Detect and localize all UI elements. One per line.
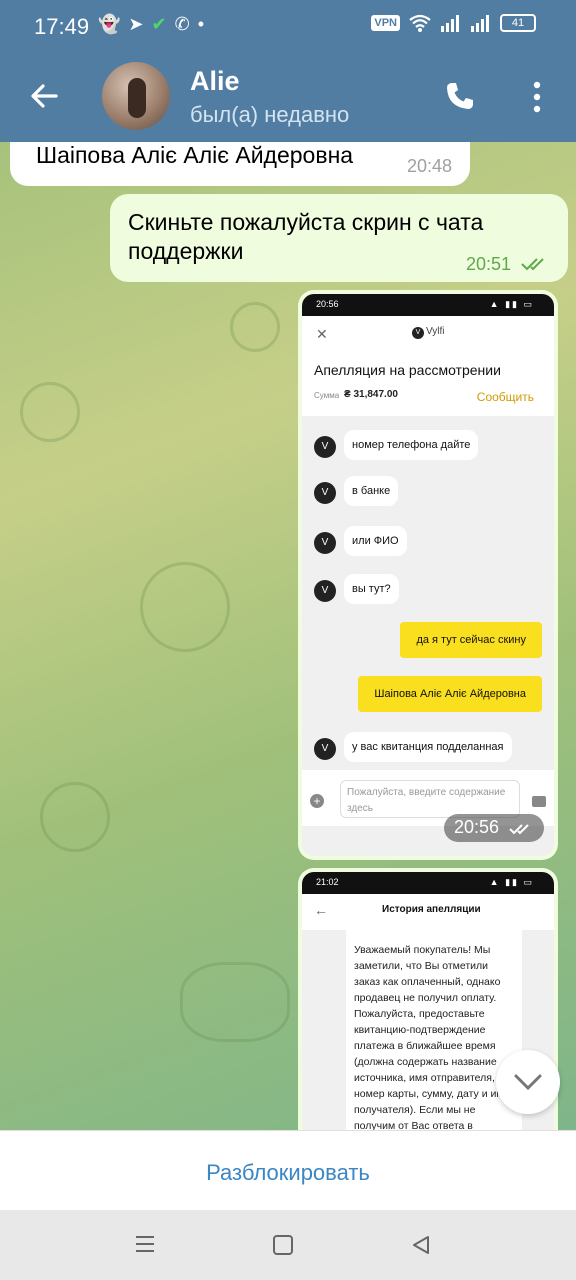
screenshot-header: ✕ V Vylfi Апелляция на рассмотрении Сумма… — [302, 316, 554, 416]
more-vertical-icon[interactable] — [530, 80, 544, 114]
background-doodle — [20, 382, 80, 442]
notification-icons: 👻 ➤ ✔ ✆ • — [98, 14, 204, 35]
support-avatar: V — [314, 436, 336, 458]
background-doodle — [40, 782, 110, 852]
check-circle-icon: ✔ — [151, 14, 167, 34]
appeal-message-text: Уважаемый покупатель! Мы заметили, что В… — [346, 930, 522, 1130]
report-link: Сообщить — [476, 390, 534, 404]
unblock-bar: Разблокировать — [0, 1130, 576, 1210]
nav-back-icon[interactable] — [410, 1234, 432, 1256]
sum-value: ₴ 31,847.00 — [344, 389, 398, 400]
avatar[interactable] — [102, 62, 170, 130]
status-time: 17:49 — [34, 14, 90, 39]
support-avatar: V — [314, 532, 336, 554]
read-checks-icon — [521, 258, 544, 271]
user-message: Шаіпова Аліє Аліє Айдеровна — [358, 676, 542, 712]
screenshot-time: 20:56 — [316, 299, 339, 309]
image-message[interactable]: 20:56 ▲ ▮▮ ▭ ✕ V Vylfi Апелляция на рассм… — [298, 290, 558, 860]
support-message-text: номер телефона дайте — [344, 430, 479, 460]
outgoing-message[interactable]: Скиньте пожалуйста скрин с чата поддержк… — [110, 194, 568, 282]
message-time: 20:51 — [466, 254, 512, 274]
brand-name: Vylfi — [426, 326, 445, 337]
dot-icon: • — [197, 14, 205, 34]
viber-icon: ✆ — [174, 14, 190, 34]
chat-header: Alie был(а) недавно — [0, 50, 576, 142]
screenshot-input-placeholder: Пожалуйста, введите содержание здесь — [340, 780, 520, 818]
home-icon[interactable] — [273, 1235, 293, 1255]
incoming-message[interactable]: Шаіпова Аліє Аліє Айдеровна 20:48 — [10, 142, 470, 186]
system-icons: VPN 41 — [371, 14, 536, 32]
snapchat-icon: 👻 — [98, 14, 121, 34]
telegram-icon: ➤ — [128, 14, 144, 34]
close-icon: ✕ — [316, 326, 328, 342]
message-time: 20:56 — [454, 817, 500, 837]
support-avatar: V — [314, 580, 336, 602]
screenshot-status-bar: 21:02 ▲ ▮▮ ▭ — [302, 872, 554, 894]
back-arrow-icon: ← — [314, 902, 328, 918]
screenshot-header: ← История апелляции — [302, 894, 554, 930]
contact-status: был(а) недавно — [190, 102, 350, 127]
chevron-down-icon — [514, 1074, 542, 1091]
recent-apps-icon[interactable] — [134, 1234, 156, 1254]
support-message-text: в банке — [344, 476, 399, 506]
user-message: да я тут сейчас скину — [400, 622, 542, 658]
screenshot-title: Апелляция на рассмотрении — [314, 362, 501, 378]
chat-bubble-icon — [532, 796, 546, 807]
support-message-text: вы тут? — [344, 574, 399, 604]
support-message-text: у вас квитанция подделанная — [344, 732, 512, 762]
back-arrow-icon[interactable] — [26, 78, 62, 114]
signal-2-icon — [471, 15, 489, 32]
unblock-button[interactable]: Разблокировать — [0, 1131, 576, 1211]
background-doodle — [230, 302, 280, 352]
sum-label: Сумма — [314, 391, 340, 400]
screenshot-time: 21:02 — [316, 877, 339, 887]
battery-icon: 41 — [500, 14, 536, 32]
screenshot-brand: V Vylfi — [412, 326, 445, 339]
read-checks-icon — [509, 824, 529, 835]
support-avatar: V — [314, 482, 336, 504]
brand-logo-icon: V — [412, 327, 424, 339]
wifi-icon — [409, 14, 431, 32]
scroll-down-button[interactable] — [496, 1050, 560, 1114]
support-message-text: или ФИО — [344, 526, 407, 556]
screenshot-status-icons: ▲ ▮▮ ▭ — [489, 299, 534, 309]
phone-icon[interactable] — [444, 80, 476, 112]
system-nav-bar — [0, 1210, 576, 1280]
screenshot-title: История апелляции — [382, 904, 481, 915]
chat-area[interactable]: Шаіпова Аліє Аліє Айдеровна 20:48 Скиньт… — [0, 142, 576, 1130]
contact-name[interactable]: Alie — [190, 66, 240, 97]
screenshot-status-icons: ▲ ▮▮ ▭ — [489, 877, 534, 887]
message-text: Шаіпова Аліє Аліє Айдеровна — [36, 142, 354, 168]
background-doodle — [180, 962, 290, 1042]
background-doodle — [140, 562, 230, 652]
message-time: 20:48 — [406, 156, 452, 176]
image-time-badge: 20:56 — [444, 814, 544, 842]
support-chat-screenshot[interactable]: 20:56 ▲ ▮▮ ▭ ✕ V Vylfi Апелляция на рассм… — [302, 294, 554, 856]
signal-icon — [441, 15, 459, 32]
support-avatar: V — [314, 738, 336, 760]
screenshot-status-bar: 20:56 ▲ ▮▮ ▭ — [302, 294, 554, 316]
status-bar: 17:49 👻 ➤ ✔ ✆ • VPN 41 — [0, 0, 576, 50]
plus-icon: + — [310, 794, 324, 808]
vpn-icon: VPN — [371, 15, 400, 31]
